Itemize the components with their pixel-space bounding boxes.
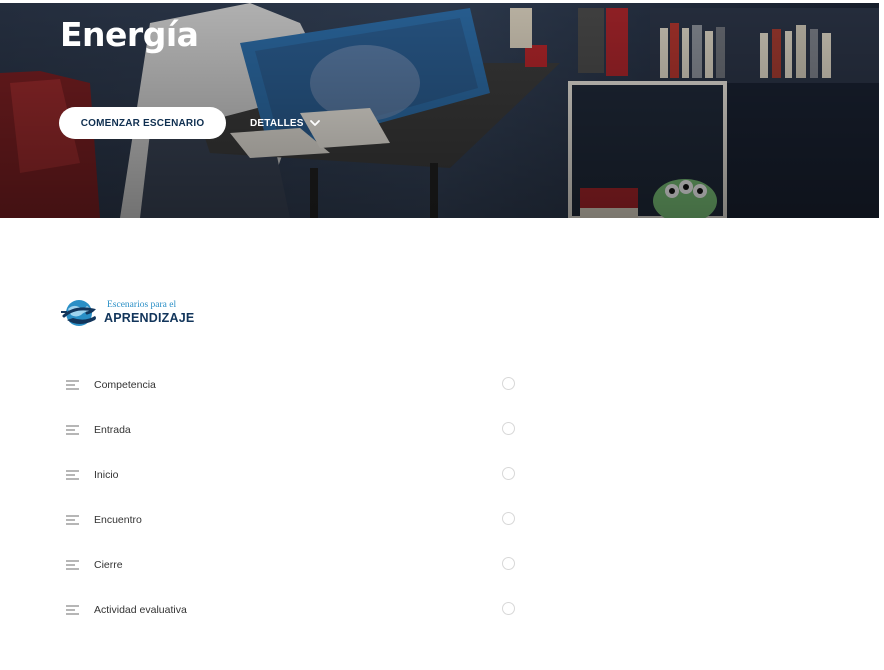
section-label: Encuentro — [94, 513, 142, 526]
text-lines-icon — [66, 604, 79, 615]
section-item-cierre[interactable]: Cierre — [63, 542, 523, 587]
section-item-competencia[interactable]: Competencia — [63, 362, 523, 407]
section-item-encuentro[interactable]: Encuentro — [63, 497, 523, 542]
completion-radio[interactable] — [502, 377, 515, 390]
globe-e-logo-icon — [61, 300, 96, 326]
completion-radio[interactable] — [502, 512, 515, 525]
chevron-down-icon — [309, 119, 320, 126]
completion-radio[interactable] — [502, 422, 515, 435]
section-label: Cierre — [94, 558, 123, 571]
text-lines-icon — [66, 469, 79, 480]
completion-radio[interactable] — [502, 557, 515, 570]
details-dropdown-button[interactable]: DETALLES — [250, 113, 320, 133]
completion-radio[interactable] — [502, 602, 515, 615]
section-item-inicio[interactable]: Inicio — [63, 452, 523, 497]
logo-wordmark: APRENDIZAJE — [104, 311, 195, 325]
text-lines-icon — [66, 559, 79, 570]
section-label: Competencia — [94, 378, 156, 391]
scenario-sections-list: Competencia Entrada Inicio Encuentro Cie… — [63, 362, 523, 632]
text-lines-icon — [66, 379, 79, 390]
text-lines-icon — [66, 424, 79, 435]
section-item-actividad-evaluativa[interactable]: Actividad evaluativa — [63, 587, 523, 632]
hero-banner: Energía COMENZAR ESCENARIO DETALLES — [0, 3, 879, 218]
section-label: Entrada — [94, 423, 131, 436]
section-item-entrada[interactable]: Entrada — [63, 407, 523, 452]
page-title: Energía — [60, 15, 199, 54]
section-label: Actividad evaluativa — [94, 603, 187, 616]
escenarios-logo: Escenarios para el APRENDIZAJE — [61, 298, 201, 330]
logo-tagline: Escenarios para el — [107, 300, 177, 310]
details-label: DETALLES — [250, 117, 304, 129]
start-scenario-button[interactable]: COMENZAR ESCENARIO — [59, 107, 226, 139]
section-label: Inicio — [94, 468, 119, 481]
completion-radio[interactable] — [502, 467, 515, 480]
text-lines-icon — [66, 514, 79, 525]
